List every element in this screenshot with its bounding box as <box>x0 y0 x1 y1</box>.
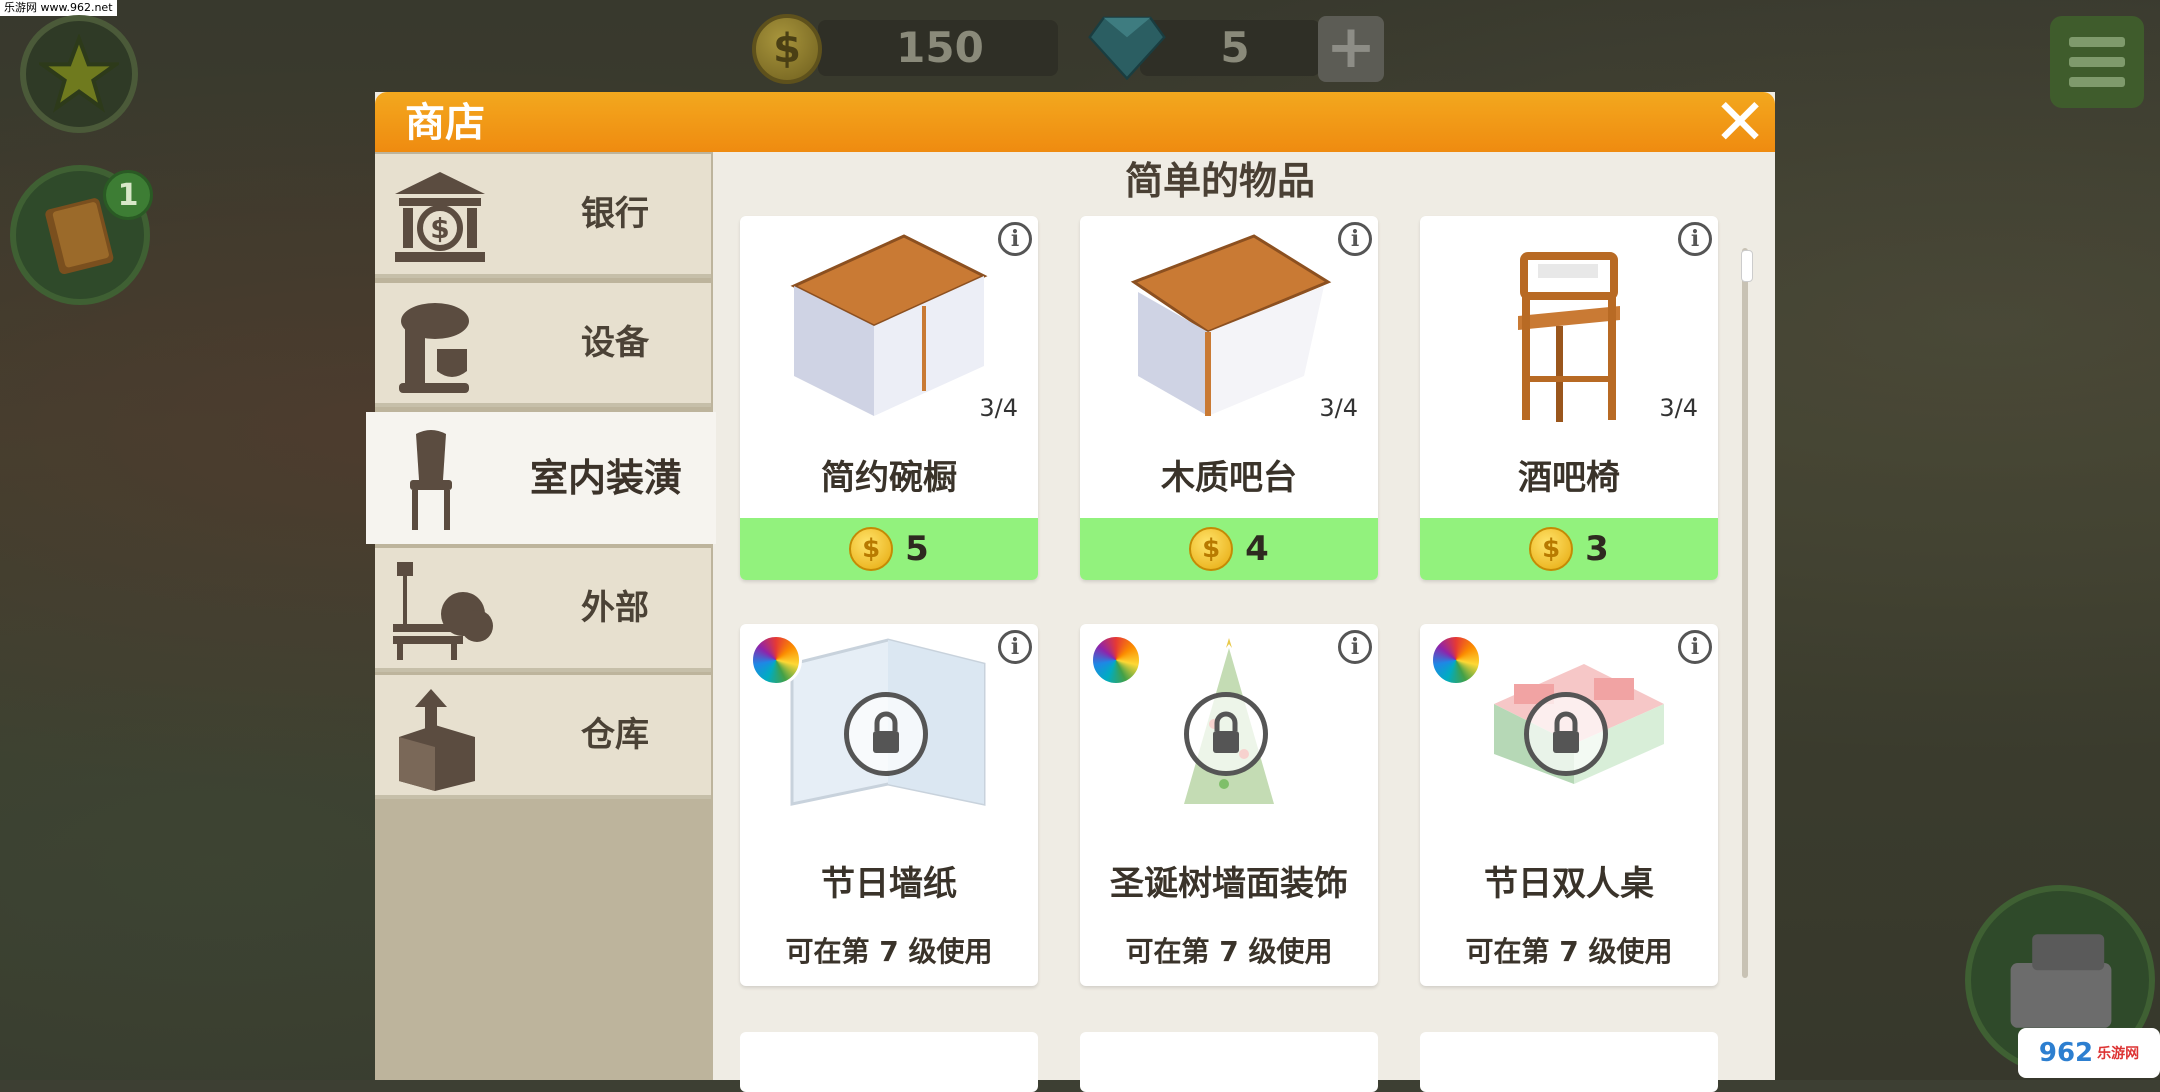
svg-text:$: $ <box>430 212 449 245</box>
owned-count: 3/4 <box>1659 394 1698 422</box>
item-name: 简约碗橱 <box>821 458 957 498</box>
coin-icon: $ <box>1189 527 1234 571</box>
locked-item-card[interactable]: i 圣诞树墙面装饰 可在第 7 级使用 <box>1080 624 1378 986</box>
unlock-level-text: 可在第 7 级使用 <box>1465 935 1673 968</box>
gem-icon <box>1088 16 1166 80</box>
site-logo: 962 乐游网 <box>2018 1028 2160 1078</box>
level-star-button[interactable] <box>20 15 138 133</box>
box-icon <box>399 689 475 791</box>
mixer-icon <box>399 303 469 393</box>
chair-icon <box>410 430 452 530</box>
coin-amount: 150 <box>896 23 984 72</box>
owned-count: 3/4 <box>979 394 1018 422</box>
tab-label: 银行 <box>581 194 649 234</box>
item-name: 圣诞树墙面装饰 <box>1110 864 1348 904</box>
tab-interior[interactable]: 室内装潢 <box>366 412 716 544</box>
bench-icon <box>393 562 493 660</box>
shop-item-card-partial[interactable] <box>1420 1032 1718 1092</box>
unlock-level-text: 可在第 7 级使用 <box>1125 935 1333 968</box>
watermark: 乐游网 www.962.net <box>0 0 117 16</box>
section-title: 简单的物品 <box>1124 159 1315 203</box>
close-button[interactable]: ✕ <box>1712 91 1768 155</box>
lock-icon <box>844 692 928 776</box>
star-icon <box>39 34 119 113</box>
scrollbar-thumb[interactable] <box>1741 250 1753 282</box>
item-name: 节日双人桌 <box>1484 864 1654 904</box>
item-price: 3 <box>1585 529 1609 569</box>
item-price: 5 <box>905 529 929 569</box>
tab-storage[interactable]: 仓库 <box>375 675 711 799</box>
shop-item-card[interactable]: i 3/4 木质吧台 $ 4 <box>1080 216 1378 580</box>
info-icon[interactable]: i <box>998 630 1032 664</box>
coin-icon: $ <box>1529 527 1574 571</box>
seasonal-color-wheel-icon <box>1090 634 1142 686</box>
bar-stool-icon <box>1518 252 1620 422</box>
lock-icon <box>1184 692 1268 776</box>
buy-button[interactable]: $ 4 <box>1080 518 1378 580</box>
notification-badge: 1 <box>103 170 153 220</box>
bar-counter-icon <box>1130 234 1332 416</box>
info-icon[interactable]: i <box>1678 630 1712 664</box>
info-icon[interactable]: i <box>1678 222 1712 256</box>
item-price: 4 <box>1245 529 1269 569</box>
buy-button[interactable]: $ 5 <box>740 518 1038 580</box>
scrollbar-track[interactable] <box>1742 248 1748 978</box>
owned-count: 3/4 <box>1319 394 1358 422</box>
buy-gems-button[interactable]: + <box>1318 16 1384 82</box>
locked-item-card[interactable]: i 节日墙纸 可在第 7 级使用 <box>740 624 1038 986</box>
main-menu-button[interactable] <box>2050 16 2144 108</box>
tab-label: 外部 <box>581 588 649 628</box>
item-name: 酒吧椅 <box>1518 458 1620 498</box>
buy-button[interactable]: $ 3 <box>1420 518 1718 580</box>
shop-header <box>375 92 1775 152</box>
tab-label: 仓库 <box>581 715 649 755</box>
locked-item-card[interactable]: i 节日双人桌 可在第 7 级使用 <box>1420 624 1718 986</box>
shop-item-card[interactable]: i 3/4 酒吧椅 $ 3 <box>1420 216 1718 580</box>
coin-icon: $ <box>849 527 894 571</box>
item-name: 节日墙纸 <box>821 864 957 904</box>
lock-icon <box>1524 692 1608 776</box>
cupboard-icon <box>790 234 988 416</box>
info-icon[interactable]: i <box>998 222 1032 256</box>
item-name: 木质吧台 <box>1161 458 1297 498</box>
tab-equipment[interactable]: 设备 <box>375 283 711 407</box>
bank-icon: $ <box>395 172 485 262</box>
gem-amount: 5 <box>1220 23 1250 72</box>
seasonal-color-wheel-icon <box>1430 634 1482 686</box>
info-icon[interactable]: i <box>1338 222 1372 256</box>
shop-item-card-partial[interactable] <box>1080 1032 1378 1092</box>
menu-icon <box>2069 37 2125 47</box>
shop-item-card-partial[interactable] <box>740 1032 1038 1092</box>
shop-title: 商店 <box>405 100 485 146</box>
tab-bank[interactable]: $ 银行 <box>375 154 711 278</box>
coin-icon: $ <box>752 14 822 84</box>
tab-label: 室内装潢 <box>529 456 682 500</box>
tab-label: 设备 <box>581 323 649 363</box>
seasonal-color-wheel-icon <box>750 634 802 686</box>
tab-exterior[interactable]: 外部 <box>375 548 711 672</box>
shop-item-card[interactable]: i 3/4 简约碗橱 $ 5 <box>740 216 1038 580</box>
info-icon[interactable]: i <box>1338 630 1372 664</box>
unlock-level-text: 可在第 7 级使用 <box>785 935 993 968</box>
